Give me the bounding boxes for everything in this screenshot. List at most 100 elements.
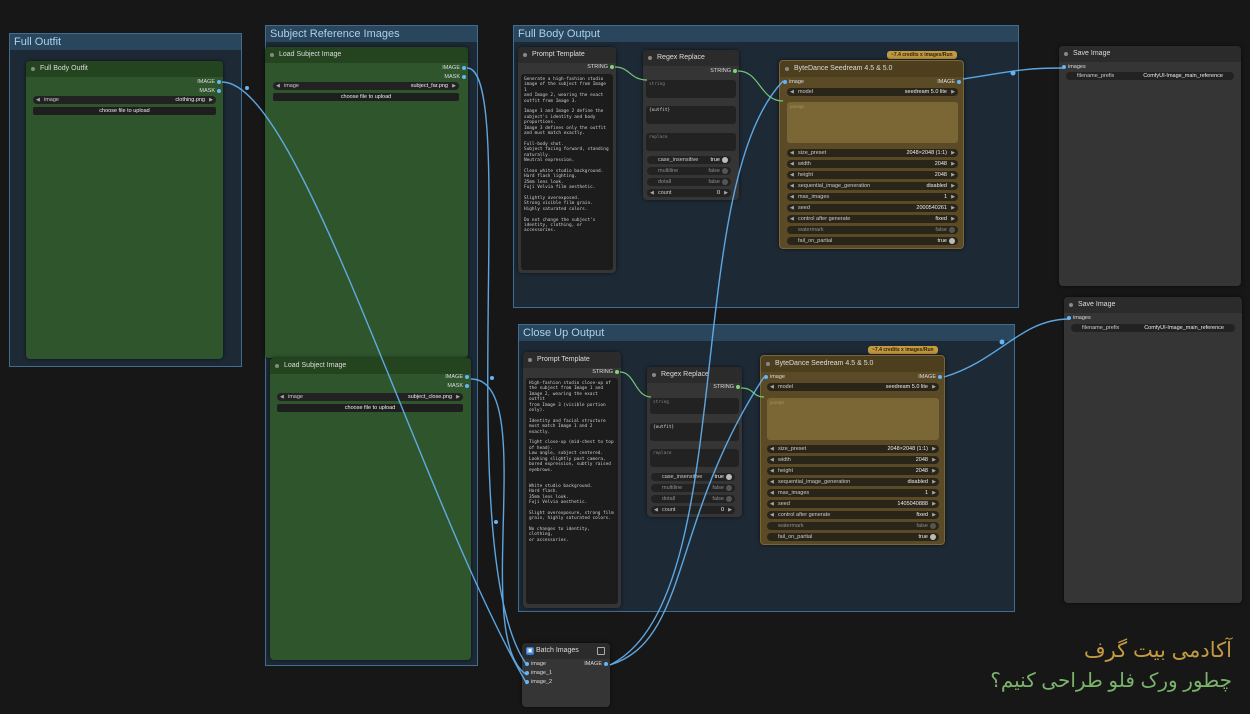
output-slot-mask[interactable]: MASK <box>447 383 469 389</box>
toggle-knob-icon[interactable] <box>722 179 728 185</box>
input-slot-images[interactable]: images <box>1067 315 1091 321</box>
watermark-toggle[interactable]: watermark false <box>767 522 939 530</box>
input-slot-image-2[interactable]: image_2 <box>524 679 552 685</box>
node-title[interactable]: Prompt Template <box>523 352 621 368</box>
node-save-image-close[interactable]: Save Image images filename_prefix ComfyUI… <box>1064 297 1242 603</box>
input-slot-image[interactable]: image <box>783 79 804 85</box>
max-images-number-widget[interactable]: ◀ max_images 1 ▶ <box>787 193 958 201</box>
collapse-dot-icon[interactable] <box>1064 52 1068 56</box>
arrow-left-icon[interactable]: ◀ <box>790 182 794 190</box>
node-batch-images[interactable]: ▣ Batch Images image image_1 image_2 IMAG… <box>522 643 610 707</box>
node-regex-replace-full[interactable]: Regex Replace STRING string {outfit} rep… <box>643 50 739 200</box>
toggle-knob-icon[interactable] <box>949 238 955 244</box>
arrow-left-icon[interactable]: ◀ <box>276 82 280 90</box>
arrow-left-icon[interactable]: ◀ <box>790 171 794 179</box>
toggle-knob-icon[interactable] <box>726 496 732 502</box>
arrow-right-icon[interactable]: ▶ <box>951 171 955 179</box>
node-title[interactable]: Full Body Outfit <box>26 61 223 77</box>
arrow-left-icon[interactable]: ◀ <box>770 467 774 475</box>
sequential-generation-combo[interactable]: ◀ sequential_image_generation disabled ▶ <box>767 478 939 486</box>
arrow-left-icon[interactable]: ◀ <box>770 456 774 464</box>
arrow-left-icon[interactable]: ◀ <box>770 500 774 508</box>
collapse-dot-icon[interactable] <box>766 362 770 366</box>
arrow-right-icon[interactable]: ▶ <box>456 393 460 401</box>
toggle-knob-icon[interactable] <box>722 168 728 174</box>
arrow-right-icon[interactable]: ▶ <box>724 189 728 197</box>
node-title[interactable]: Save Image <box>1064 297 1242 313</box>
replace-input-area[interactable]: replace <box>650 449 739 467</box>
arrow-left-icon[interactable]: ◀ <box>770 511 774 519</box>
collapse-dot-icon[interactable] <box>528 358 532 362</box>
seed-number-widget[interactable]: ◀ seed 2000540261 ▶ <box>787 204 958 212</box>
arrow-right-icon[interactable]: ▶ <box>951 182 955 190</box>
arrow-right-icon[interactable]: ▶ <box>932 511 936 519</box>
arrow-right-icon[interactable]: ▶ <box>932 489 936 497</box>
watermark-toggle[interactable]: watermark false <box>787 226 958 234</box>
width-number-widget[interactable]: ◀ width 2048 ▶ <box>767 456 939 464</box>
collapse-dot-icon[interactable] <box>1069 303 1073 307</box>
replace-input-area[interactable]: replace <box>646 133 736 151</box>
output-slot-string[interactable]: STRING <box>587 64 614 70</box>
toggle-knob-icon[interactable] <box>726 485 732 491</box>
arrow-right-icon[interactable]: ▶ <box>932 478 936 486</box>
fail-on-partial-toggle[interactable]: fail_on_partial true <box>767 533 939 541</box>
node-seedream-full[interactable]: ByteDance Seedream 4.5 & 5.0 image IMAGE… <box>779 60 964 249</box>
width-number-widget[interactable]: ◀ width 2048 ▶ <box>787 160 958 168</box>
prompt-textarea[interactable]: High-fashion studio close-up of the subj… <box>526 378 618 604</box>
arrow-left-icon[interactable]: ◀ <box>790 160 794 168</box>
expand-icon[interactable] <box>597 647 605 655</box>
arrow-right-icon[interactable]: ▶ <box>951 193 955 201</box>
model-combo[interactable]: ◀ model seedream 5.0 lite ▶ <box>787 88 958 96</box>
arrow-right-icon[interactable]: ▶ <box>932 467 936 475</box>
count-number-widget[interactable]: ◀ count 0 ▶ <box>651 506 735 514</box>
arrow-right-icon[interactable]: ▶ <box>932 383 936 391</box>
arrow-right-icon[interactable]: ▶ <box>951 149 955 157</box>
dotall-toggle[interactable]: dotall false <box>651 495 735 503</box>
node-title[interactable]: Save Image <box>1059 46 1241 62</box>
node-prompt-template-close[interactable]: Prompt Template STRING High-fashion stud… <box>523 352 621 608</box>
node-load-subject-close[interactable]: Load Subject Image IMAGE MASK ◀ image su… <box>270 358 471 660</box>
string-input-area[interactable]: string <box>646 80 736 98</box>
input-slot-image[interactable]: image <box>764 374 785 380</box>
image-file-combo[interactable]: ◀ image subject_close.png ▶ <box>277 393 463 401</box>
multiline-toggle[interactable]: multiline false <box>647 167 731 175</box>
arrow-left-icon[interactable]: ◀ <box>770 383 774 391</box>
arrow-left-icon[interactable]: ◀ <box>770 478 774 486</box>
choose-file-button[interactable]: choose file to upload <box>277 404 463 412</box>
toggle-knob-icon[interactable] <box>726 474 732 480</box>
control-after-generate-combo[interactable]: ◀ control after generate fixed ▶ <box>767 511 939 519</box>
output-slot-mask[interactable]: MASK <box>199 88 221 94</box>
arrow-left-icon[interactable]: ◀ <box>36 96 40 104</box>
arrow-left-icon[interactable]: ◀ <box>654 506 658 514</box>
output-slot-image[interactable]: IMAGE <box>937 79 961 85</box>
node-title[interactable]: Regex Replace <box>643 50 739 66</box>
max-images-number-widget[interactable]: ◀ max_images 1 ▶ <box>767 489 939 497</box>
prompt-input-area[interactable]: prompt <box>767 398 939 440</box>
seed-number-widget[interactable]: ◀ seed 1405040888 ▶ <box>767 500 939 508</box>
regex-pattern-area[interactable]: {outfit} <box>646 106 736 124</box>
collapse-dot-icon[interactable] <box>275 364 279 368</box>
arrow-right-icon[interactable]: ▶ <box>951 204 955 212</box>
dotall-toggle[interactable]: dotall false <box>647 178 731 186</box>
arrow-left-icon[interactable]: ◀ <box>770 489 774 497</box>
height-number-widget[interactable]: ◀ height 2048 ▶ <box>787 171 958 179</box>
arrow-left-icon[interactable]: ◀ <box>790 204 794 212</box>
image-file-combo[interactable]: ◀ image subject_far.png ▶ <box>273 82 459 90</box>
node-prompt-template-full[interactable]: Prompt Template STRING Generate a high-f… <box>518 47 616 273</box>
collapse-dot-icon[interactable] <box>270 53 274 57</box>
choose-file-button[interactable]: choose file to upload <box>33 107 216 115</box>
filename-prefix-field[interactable]: filename_prefix ComfyUI-Image_main_refere… <box>1066 72 1234 80</box>
string-input-area[interactable]: string <box>650 398 739 414</box>
regex-pattern-area[interactable]: {outfit} <box>650 423 739 441</box>
height-number-widget[interactable]: ◀ height 2048 ▶ <box>767 467 939 475</box>
input-slot-images[interactable]: images <box>1062 64 1086 70</box>
arrow-right-icon[interactable]: ▶ <box>932 456 936 464</box>
toggle-knob-icon[interactable] <box>722 157 728 163</box>
output-slot-image[interactable]: IMAGE <box>445 374 469 380</box>
collapse-dot-icon[interactable] <box>648 56 652 60</box>
arrow-right-icon[interactable]: ▶ <box>932 445 936 453</box>
arrow-right-icon[interactable]: ▶ <box>932 500 936 508</box>
output-slot-image[interactable]: IMAGE <box>197 79 221 85</box>
control-after-generate-combo[interactable]: ◀ control after generate fixed ▶ <box>787 215 958 223</box>
output-slot-mask[interactable]: MASK <box>444 74 466 80</box>
